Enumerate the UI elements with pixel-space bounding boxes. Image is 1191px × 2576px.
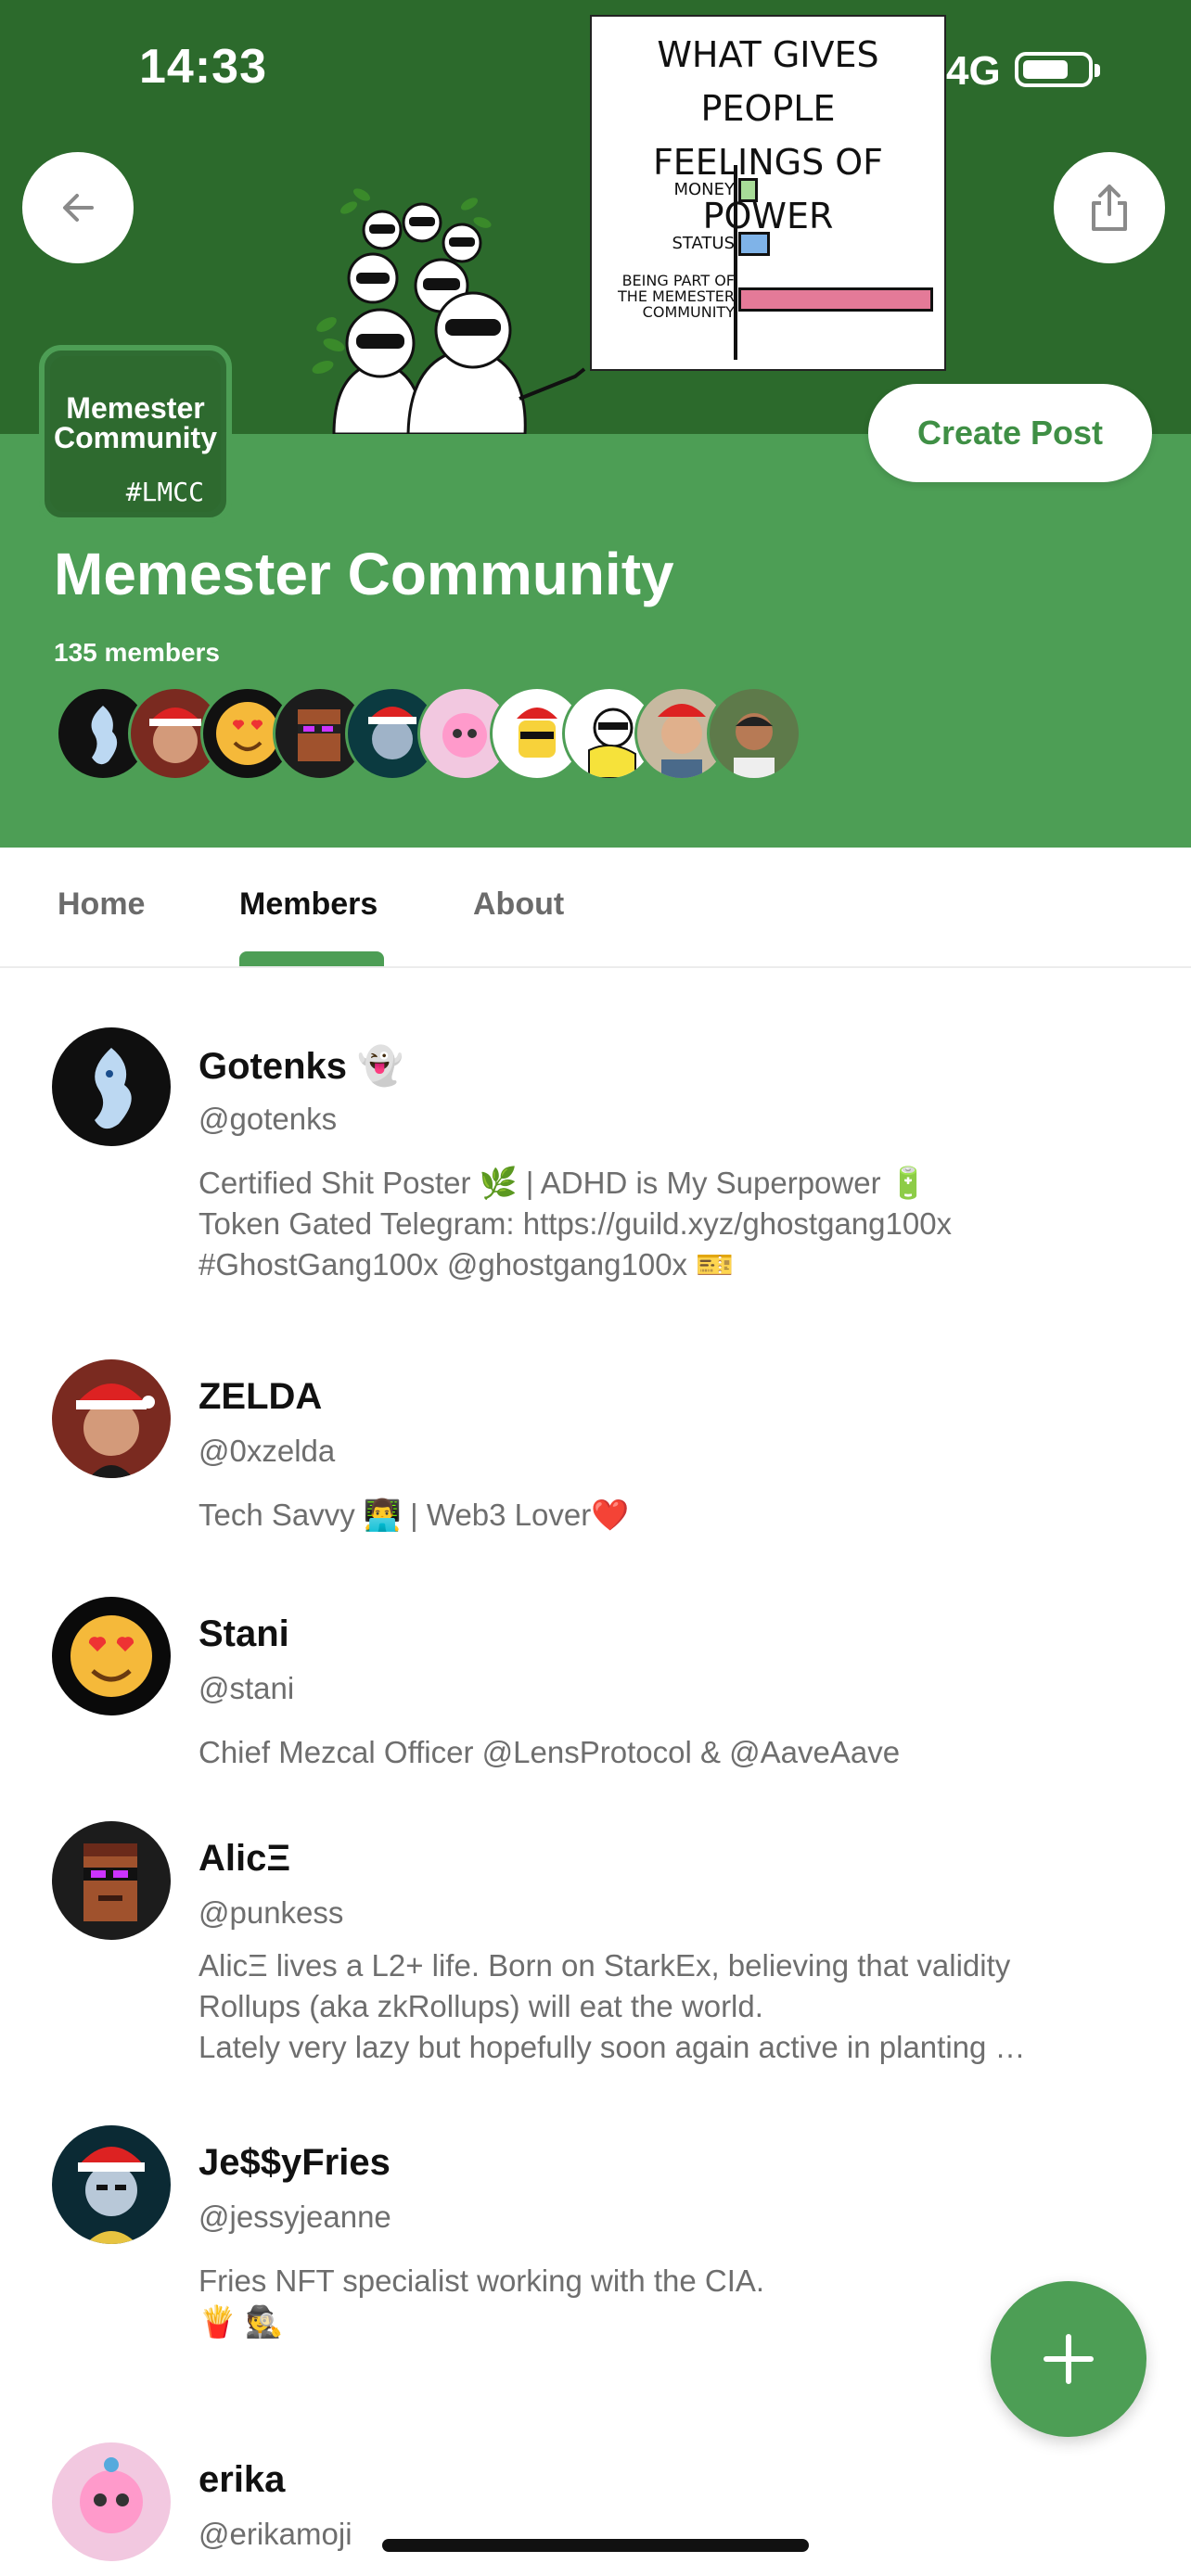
comic-bar-community [738, 287, 933, 312]
bio-line: #GhostGang100x @ghostgang100x 🎫 [198, 1247, 735, 1282]
bio-line: 🍟 🕵️ [198, 2304, 284, 2339]
avatar [707, 686, 801, 781]
list-item[interactable]: AlicΞ @punkess AlicΞ lives a L2+ life. B… [0, 1821, 1191, 2081]
comic-bar-status [738, 232, 770, 256]
member-bio: Certified Shit Poster 🌿 | ADHD is My Sup… [198, 1163, 952, 1285]
tab-about[interactable]: About [473, 886, 564, 923]
list-item[interactable]: ZELDA @0xzelda Tech Savvy 👨‍💻 | Web3 Lov… [0, 1359, 1191, 1545]
bio-line: Tech Savvy 👨‍💻 | Web3 Lover❤️ [198, 1498, 630, 1532]
member-bio: Tech Savvy 👨‍💻 | Web3 Lover❤️ [198, 1495, 629, 1536]
community-name: Memester Community [54, 541, 674, 607]
member-handle: @gotenks [198, 1102, 338, 1136]
member-name: ZELDA [198, 1376, 323, 1417]
avatar [52, 2125, 171, 2244]
plus-icon [1044, 2334, 1094, 2384]
share-button[interactable] [1054, 152, 1165, 263]
bio-line: Certified Shit Poster 🌿 | ADHD is My Sup… [198, 1166, 928, 1200]
community-logo: Memester Community #LMCC [39, 345, 232, 523]
avatar [52, 1359, 171, 1478]
member-avatar-stack[interactable] [56, 686, 835, 784]
comic-people-illustration [312, 188, 586, 434]
member-handle: @0xzelda [198, 1434, 336, 1468]
list-item[interactable]: Gotenks 👻 @gotenks Certified Shit Poster… [0, 1027, 1191, 1306]
battery-icon [1015, 52, 1100, 87]
member-name: Gotenks 👻 [198, 1046, 403, 1087]
logo-text-line2: Community [54, 421, 217, 454]
comic-poster: WHAT GIVES PEOPLE FEELINGS OF POWER MONE… [590, 15, 946, 371]
member-bio: Fries NFT specialist working with the CI… [198, 2261, 764, 2342]
tab-bar: Home Members About [0, 848, 1191, 968]
comic-bar-money [738, 178, 758, 202]
member-handle: @stani [198, 1671, 295, 1705]
bio-line: Token Gated Telegram: https://guild.xyz/… [198, 1206, 953, 1241]
member-bio: Chief Mezcal Officer @LensProtocol & @Aa… [198, 1732, 900, 1773]
new-post-fab[interactable] [991, 2281, 1146, 2437]
member-handle: @punkess [198, 1895, 344, 1930]
logo-text-line1: Memester [66, 391, 205, 425]
comic-label-money: MONEY [673, 180, 735, 199]
comic-label-status: STATUS [672, 234, 735, 253]
member-name: AlicΞ [198, 1838, 291, 1879]
comic-label-community: BEING PART OF THE MEMESTER COMMUNITY [618, 272, 735, 321]
bio-line: Lately very lazy but hopefully soon agai… [198, 2030, 1026, 2064]
tab-members[interactable]: Members [239, 886, 378, 923]
status-time: 14:33 [139, 40, 267, 94]
create-post-button[interactable]: Create Post [868, 384, 1152, 482]
home-indicator [382, 2539, 809, 2552]
bio-line: Fries NFT specialist working with the CI… [198, 2264, 765, 2298]
comic-title: WHAT GIVES PEOPLE FEELINGS OF POWER [592, 28, 944, 243]
avatar [52, 2442, 171, 2561]
list-item[interactable]: Stani @stani Chief Mezcal Officer @LensP… [0, 1597, 1191, 1769]
member-name: erika [198, 2459, 286, 2500]
list-item[interactable]: erika @erikamoji [0, 2442, 1191, 2576]
logo-hashtag: #LMCC [125, 477, 204, 507]
status-network: 4G [946, 48, 1001, 94]
bio-line: AlicΞ lives a L2+ life. Born on StarkEx,… [198, 1948, 1011, 1983]
active-tab-indicator [239, 951, 384, 966]
avatar [52, 1597, 171, 1715]
avatar [52, 1821, 171, 1940]
member-bio: AlicΞ lives a L2+ life. Born on StarkEx,… [198, 1945, 1026, 2068]
comic-title-line1: WHAT GIVES PEOPLE [657, 34, 879, 129]
member-handle: @jessyjeanne [198, 2200, 391, 2234]
tab-home[interactable]: Home [58, 886, 145, 923]
arrow-left-icon [63, 194, 94, 222]
member-count[interactable]: 135 members [54, 638, 220, 668]
avatar [52, 1027, 171, 1146]
member-handle: @erikamoji [198, 2517, 352, 2551]
bio-line: Rollups (aka zkRollups) will eat the wor… [198, 1989, 763, 2023]
back-button[interactable] [22, 152, 134, 263]
member-name: Je$$yFries [198, 2142, 391, 2183]
bio-line: Chief Mezcal Officer @LensProtocol & @Aa… [198, 1735, 901, 1769]
member-name: Stani [198, 1613, 289, 1654]
share-icon [1092, 185, 1127, 231]
